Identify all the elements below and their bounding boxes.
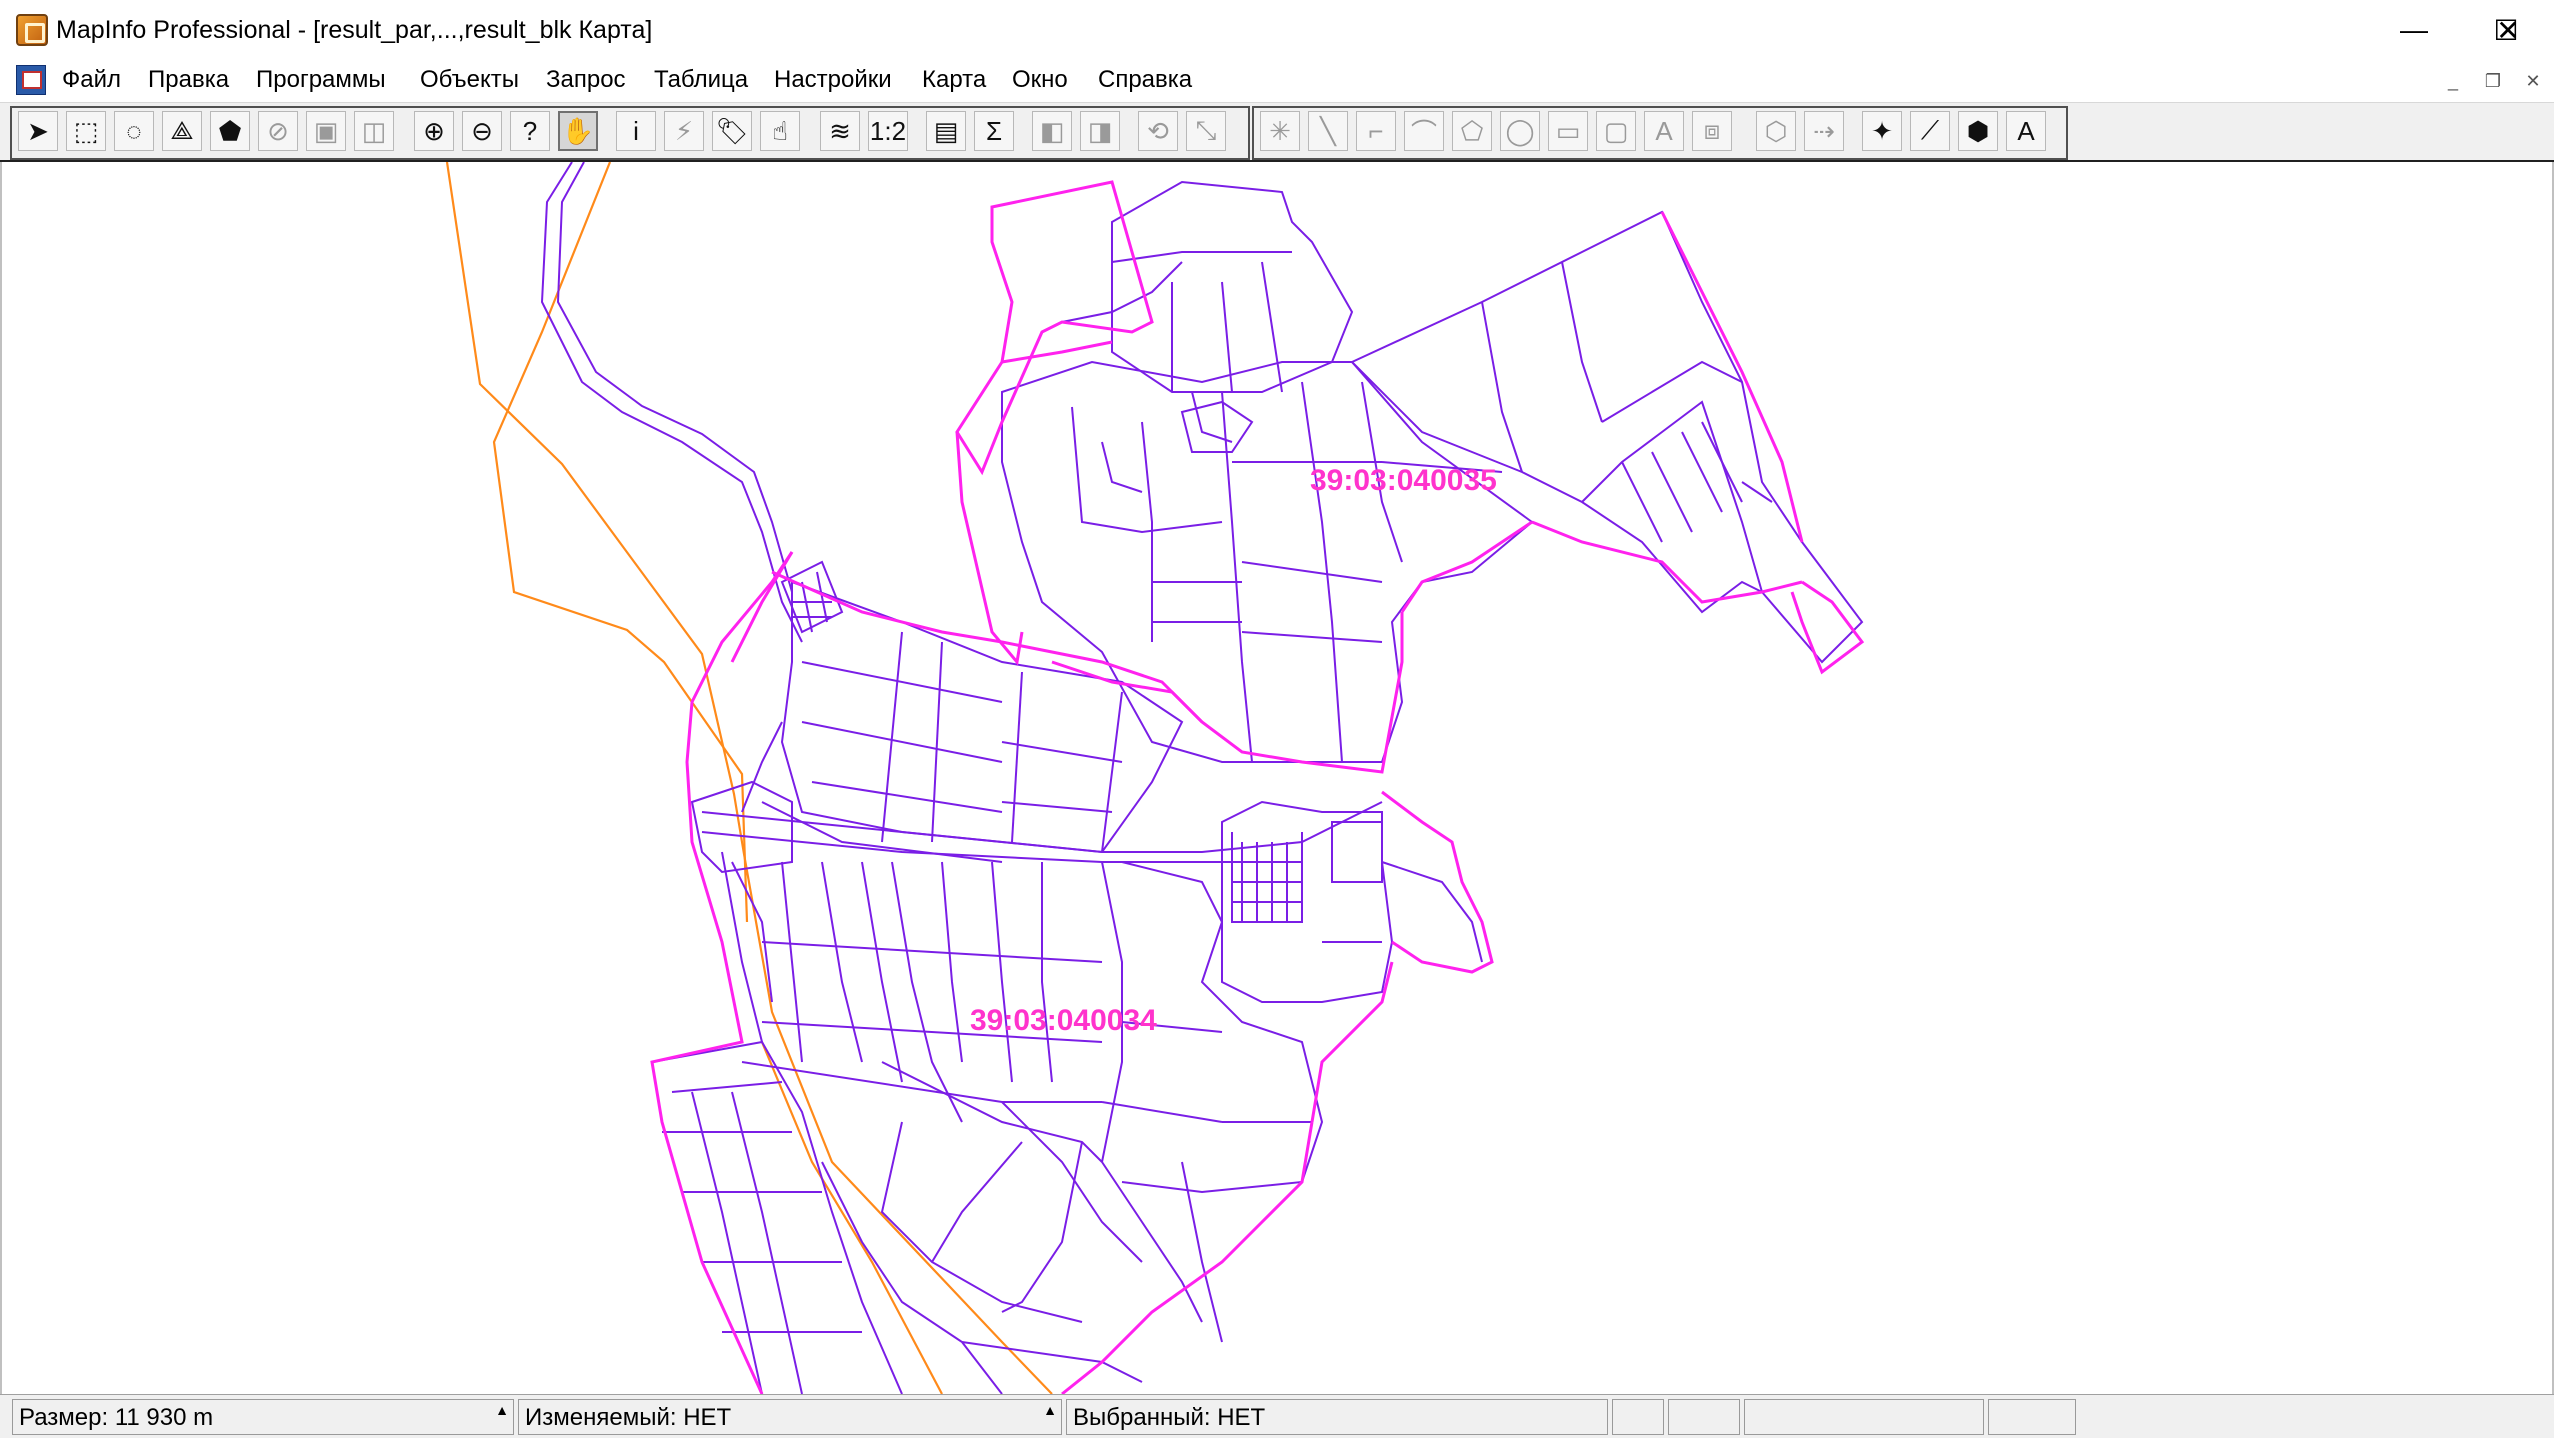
parcel-label-south: 39:03:040034	[970, 1004, 1157, 1037]
document-window-icon[interactable]	[16, 65, 46, 95]
close-button[interactable]: ✕	[2462, 0, 2554, 60]
boundary-lines	[650, 180, 1865, 1394]
frame-tool-icon[interactable]: ⧈	[1692, 111, 1732, 151]
set-clip-icon[interactable]: ◨	[1080, 111, 1120, 151]
status-selected: Выбранный: НЕТ	[1066, 1399, 1608, 1435]
boundary-select-icon[interactable]: ⬟	[210, 111, 250, 151]
toolbar: ➤ ⬚ ◌ ⟁ ⬟ ⊘ ▣ ◫ ⊕ ⊖? ✋ i ⚡ 🏷 ☝ ≋ 1:2 ▤ Σ ◧ ◨ ⟲ ⤡ ✳ ╲ ⌐ ⌒ ⬠ ◯ ▭ ▢ A ⧈ ⬡ ⇢ ✦ ⟋…	[0, 102, 2554, 162]
menu-edit[interactable]: Правка	[148, 66, 229, 94]
graph-select-icon[interactable]: ◫	[354, 111, 394, 151]
road-lines	[445, 162, 1053, 1394]
title-bar: MapInfo Professional - [result_par,...,r…	[0, 0, 2554, 60]
polygon-select-icon[interactable]: ⟁	[162, 111, 202, 151]
mapinfo-app-icon	[16, 14, 48, 46]
status-editable[interactable]: Изменяемый: НЕТ ▲	[518, 1399, 1062, 1435]
polygon-tool-icon[interactable]: ⬠	[1452, 111, 1492, 151]
menu-map[interactable]: Карта	[922, 66, 986, 94]
menu-help[interactable]: Справка	[1098, 66, 1192, 94]
marquee-select-icon[interactable]: ⬚	[66, 111, 106, 151]
text-tool-icon[interactable]: A	[1644, 111, 1684, 151]
status-editable-text: Изменяемый: НЕТ	[525, 1404, 732, 1431]
drag-map-icon[interactable]: ☝	[760, 111, 800, 151]
rectangle-tool-icon[interactable]: ▭	[1548, 111, 1588, 151]
mdi-minimize-button[interactable]: _	[2438, 68, 2468, 94]
status-cell-empty-2	[1668, 1399, 1740, 1435]
unselect-icon[interactable]: ⊘	[258, 111, 298, 151]
polyline-tool-icon[interactable]: ⌐	[1356, 111, 1396, 151]
clip-region-icon[interactable]: ◧	[1032, 111, 1072, 151]
menu-table[interactable]: Таблица	[654, 66, 748, 94]
invert-selection-icon[interactable]: ▣	[306, 111, 346, 151]
reshape-icon[interactable]: ⟲	[1138, 111, 1178, 151]
menu-options[interactable]: Настройки	[774, 66, 892, 94]
add-node-icon[interactable]: ⤡	[1186, 111, 1226, 151]
zoom-in-icon[interactable]: ⊕	[414, 111, 454, 151]
text-style-icon[interactable]: A	[2006, 111, 2046, 151]
ellipse-tool-icon[interactable]: ◯	[1500, 111, 1540, 151]
symbol-style-icon[interactable]: ✦	[1862, 111, 1902, 151]
status-size-caret-icon: ▲	[495, 1402, 509, 1418]
parcel-lines	[540, 162, 1864, 1394]
radius-select-icon[interactable]: ◌	[114, 111, 154, 151]
add-node-arrow-icon[interactable]: ⇢	[1804, 111, 1844, 151]
status-bar: Размер: 11 930 m ▲ Изменяемый: НЕТ ▲ Выб…	[0, 1394, 2554, 1438]
menu-window[interactable]: Окно	[1012, 66, 1068, 94]
ruler-icon[interactable]: 1:2	[868, 111, 908, 151]
reshape-polygon-icon[interactable]: ⬡	[1756, 111, 1796, 151]
line-style-icon[interactable]: ⟋	[1910, 111, 1950, 151]
status-size-text: Размер: 11 930 m	[19, 1404, 214, 1431]
menu-tools[interactable]: Программы	[256, 66, 386, 94]
status-size[interactable]: Размер: 11 930 m ▲	[12, 1399, 514, 1435]
label-tool-icon[interactable]: 🏷	[712, 111, 752, 151]
symbol-tool-icon[interactable]: ✳	[1260, 111, 1300, 151]
hotlink-icon[interactable]: ⚡	[664, 111, 704, 151]
layer-control-icon[interactable]: ≋	[820, 111, 860, 151]
map-window[interactable]: 39:03:040035 39:03:040034	[0, 162, 2554, 1394]
zoom-out-icon[interactable]: ⊖	[462, 111, 502, 151]
window-title: MapInfo Professional - [result_par,...,r…	[56, 16, 653, 44]
parcel-label-north: 39:03:040035	[1310, 464, 1497, 497]
map-canvas[interactable]	[2, 162, 2552, 1394]
select-arrow-icon[interactable]: ➤	[18, 111, 58, 151]
mdi-close-button[interactable]: ✕	[2518, 68, 2548, 94]
minimize-button[interactable]: —	[2368, 0, 2460, 60]
menu-query[interactable]: Запрос	[546, 66, 626, 94]
line-tool-icon[interactable]: ╲	[1308, 111, 1348, 151]
rounded-rectangle-tool-icon[interactable]: ▢	[1596, 111, 1636, 151]
legend-icon[interactable]: ▤	[926, 111, 966, 151]
status-cell-empty-4	[1988, 1399, 2076, 1435]
change-view-icon[interactable]: ?	[510, 111, 550, 151]
region-style-icon[interactable]: ⬢	[1958, 111, 1998, 151]
arc-tool-icon[interactable]: ⌒	[1404, 111, 1444, 151]
status-selected-text: Выбранный: НЕТ	[1073, 1404, 1266, 1431]
status-editable-caret-icon: ▲	[1043, 1402, 1057, 1418]
statistics-icon[interactable]: Σ	[974, 111, 1014, 151]
status-cell-empty-1	[1612, 1399, 1664, 1435]
mdi-restore-button[interactable]: ❐	[2478, 68, 2508, 94]
grabber-hand-icon[interactable]: ✋	[558, 111, 598, 151]
menu-objects[interactable]: Объекты	[420, 66, 519, 94]
menu-file[interactable]: Файл	[62, 66, 121, 94]
status-cell-empty-3	[1744, 1399, 1984, 1435]
menu-bar: Файл Правка Программы Объекты Запрос Таб…	[0, 60, 2554, 102]
info-icon[interactable]: i	[616, 111, 656, 151]
